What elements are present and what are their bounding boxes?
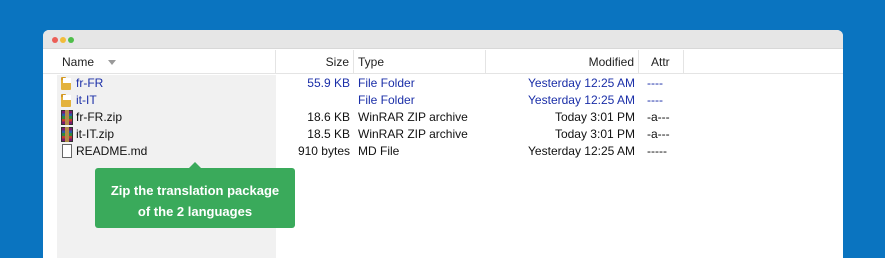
column-header-size[interactable]: Size bbox=[276, 50, 354, 74]
file-type: File Folder bbox=[358, 76, 415, 90]
maximize-window-button[interactable] bbox=[68, 37, 74, 43]
file-attr: ----- bbox=[647, 144, 667, 158]
file-attr: -a--- bbox=[647, 110, 670, 124]
instruction-tooltip: Zip the translation package of the 2 lan… bbox=[95, 162, 295, 228]
close-window-button[interactable] bbox=[52, 37, 58, 43]
file-modified: Today 3:01 PM bbox=[554, 127, 635, 141]
column-header-modified[interactable]: Modified bbox=[486, 50, 639, 74]
file-attr: ---- bbox=[647, 76, 663, 90]
file-size: 910 bytes bbox=[297, 144, 350, 158]
file-name: it-IT.zip bbox=[76, 127, 115, 141]
column-header-row: Name Size Type Modified Attr bbox=[43, 50, 843, 74]
file-row-it-it[interactable]: it-IT File Folder Yesterday 12:25 AM ---… bbox=[43, 92, 843, 109]
file-modified: Today 3:01 PM bbox=[554, 110, 635, 124]
file-attr: ---- bbox=[647, 93, 663, 107]
file-type: WinRAR ZIP archive bbox=[358, 110, 468, 124]
file-row-readme[interactable]: README.md 910 bytes MD File Yesterday 12… bbox=[43, 143, 843, 160]
file-type: File Folder bbox=[358, 93, 415, 107]
file-name: fr-FR.zip bbox=[76, 110, 122, 124]
winrar-zip-icon bbox=[60, 110, 74, 125]
file-modified: Yesterday 12:25 AM bbox=[528, 144, 635, 158]
sort-descending-icon[interactable] bbox=[108, 60, 116, 65]
file-row-fr-fr-zip[interactable]: fr-FR.zip 18.6 KB WinRAR ZIP archive Tod… bbox=[43, 109, 843, 126]
file-row-it-it-zip[interactable]: it-IT.zip 18.5 KB WinRAR ZIP archive Tod… bbox=[43, 126, 843, 143]
file-attr: -a--- bbox=[647, 127, 670, 141]
column-header-attr[interactable]: Attr bbox=[639, 50, 684, 74]
file-size: 18.6 KB bbox=[307, 110, 350, 124]
file-name: it-IT bbox=[76, 93, 97, 107]
file-type: WinRAR ZIP archive bbox=[358, 127, 468, 141]
column-header-name[interactable]: Name bbox=[57, 50, 276, 74]
file-name: fr-FR bbox=[76, 76, 104, 90]
file-name: README.md bbox=[76, 144, 148, 158]
title-bar bbox=[43, 30, 843, 49]
minimize-window-button[interactable] bbox=[60, 37, 66, 43]
file-size: 55.9 KB bbox=[307, 76, 350, 90]
winrar-zip-icon bbox=[60, 127, 74, 142]
file-modified: Yesterday 12:25 AM bbox=[528, 76, 635, 90]
file-modified: Yesterday 12:25 AM bbox=[528, 93, 635, 107]
tooltip-arrow bbox=[189, 162, 201, 168]
folder-icon bbox=[60, 93, 74, 108]
column-header-name-label: Name bbox=[62, 55, 95, 69]
file-row-fr-fr[interactable]: fr-FR 55.9 KB File Folder Yesterday 12:2… bbox=[43, 75, 843, 92]
tooltip-line-1: Zip the translation package bbox=[110, 183, 280, 198]
folder-icon bbox=[60, 76, 74, 91]
tooltip-line-2: of the 2 languages bbox=[137, 204, 253, 219]
column-header-type[interactable]: Type bbox=[354, 50, 486, 74]
file-list: fr-FR 55.9 KB File Folder Yesterday 12:2… bbox=[43, 75, 843, 160]
file-size: 18.5 KB bbox=[307, 127, 350, 141]
document-icon bbox=[60, 144, 74, 159]
file-type: MD File bbox=[358, 144, 400, 158]
